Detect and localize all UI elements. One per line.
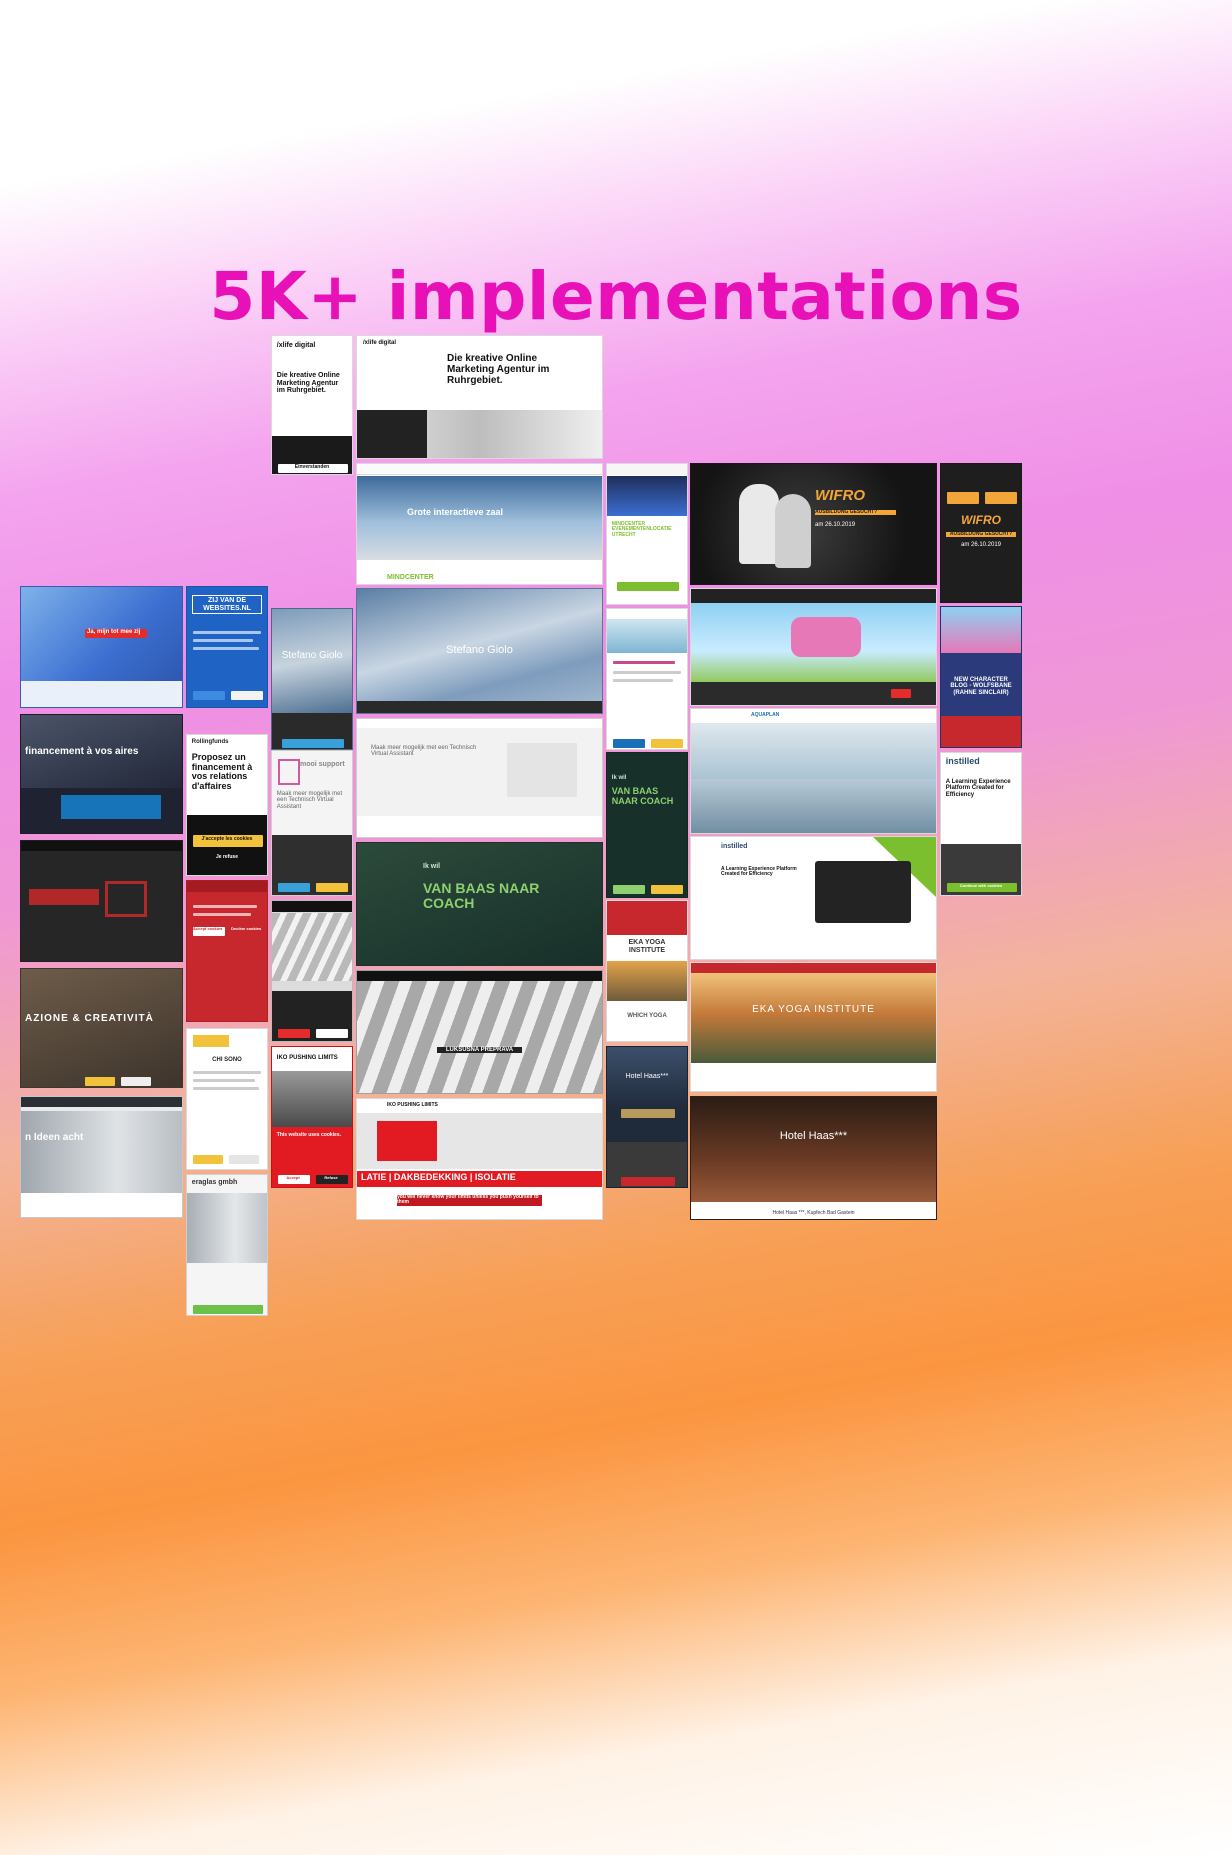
screenshot-tile-stefano-mobile: Stefano Giolo — [271, 608, 353, 750]
screenshot-tile-seagull: Ja, mijn tot mee zij — [20, 586, 183, 708]
iko-desktop-tagline: you will never know your limits unless y… — [397, 1194, 542, 1206]
xlife-mobile-button: Einverstanden — [294, 464, 330, 470]
hotel-haas-desktop-heading: Hotel Haas*** — [779, 1130, 848, 1142]
rolling-funds-accept: J'accepte les cookies — [201, 836, 253, 842]
screenshot-tile-eka-yoga-mobile: EKA YOGA INSTITUTE WHICH YOGA — [606, 900, 688, 1042]
screenshot-tile-aquaplan: AQUAPLAN — [690, 708, 937, 834]
screenshot-tile-mindcenter-mobile: MINDCENTER EVENEMENTENLOCATIE UTRECHT — [606, 463, 688, 605]
wifro-subtitle: AUSBILDUNG GESUCHT? — [815, 509, 896, 516]
iko-mobile-notice: This website uses cookies. — [276, 1132, 341, 1138]
eraglas-logo: eraglas gmbh — [191, 1179, 238, 1186]
screenshot-tile-ik-wil-desktop: Ik wil VAN BAAS NAAR COACH — [356, 842, 603, 966]
screenshot-tile-instilled-mobile: instilled A Learning Experience Platform… — [940, 752, 1022, 896]
screenshot-tile-websites-nl: ZIJ VAN DE WEBSITES.NL — [186, 586, 268, 708]
instilled-mobile-heading: A Learning Experience Platform Created f… — [945, 779, 1011, 798]
stefano-desktop-name: Stefano Giolo — [446, 644, 513, 656]
websites-nl-logo: ZIJ VAN DE WEBSITES.NL — [191, 595, 263, 615]
luksusna-heading: LUKSUSNA PREPRAVA — [437, 1047, 522, 1054]
wifro-date: am 26.10.2019 — [815, 522, 856, 528]
screenshot-tile-wifro: WIFRO AUSBILDUNG GESUCHT? am 26.10.2019 — [690, 463, 937, 585]
creativita-heading: AZIONE & CREATIVITÀ — [25, 1013, 154, 1024]
screenshot-tile-eraglas: eraglas gmbh — [186, 1174, 268, 1316]
iko-mobile-accept: Accept — [286, 1175, 300, 1180]
eka-yoga-mobile-heading: EKA YOGA INSTITUTE — [628, 939, 666, 954]
financement-heading: financement à vos aires — [25, 746, 139, 757]
screenshot-tile-rolling-funds: Rollingfunds Proposez un financement à v… — [186, 734, 268, 876]
wifro-mobile-date: am 26.10.2019 — [960, 542, 1002, 548]
eka-yoga-mobile-tagline: WHICH YOGA — [627, 1013, 667, 1019]
rolling-funds-refuse: Je refuse — [216, 854, 238, 860]
screenshot-tile-eka-yoga-desktop: EKA YOGA INSTITUTE — [690, 962, 937, 1092]
iko-mobile-brand: IKO PUSHING LIMITS — [276, 1055, 338, 1061]
eka-yoga-desktop-heading: EKA YOGA INSTITUTE — [752, 1004, 875, 1015]
xlife-desktop-logo: /xlife digital — [363, 340, 397, 346]
iko-desktop-brand: IKO PUSHING LIMITS — [387, 1102, 438, 1108]
mindcenter-footer: MINDCENTER — [387, 574, 434, 581]
screenshot-tile-creativita: AZIONE & CREATIVITÀ — [20, 968, 183, 1088]
screenshot-tile-xlife-desktop: /xlife digital Die kreative Online Marke… — [356, 335, 603, 459]
screenshot-tile-iko-mobile: IKO PUSHING LIMITS This website uses coo… — [271, 1046, 353, 1188]
ik-wil-mobile-prefix: Ik wil — [611, 775, 627, 781]
mooi-mobile-logo: mooi support — [300, 761, 345, 768]
screenshot-tile-iko-desktop: IKO PUSHING LIMITS LATIE | DAKBEDEKKING … — [356, 1098, 603, 1220]
screenshot-tile-dark-site — [20, 840, 183, 962]
ideen-heading: n Ideen acht — [25, 1132, 84, 1143]
ik-wil-desktop-prefix: Ik wil — [423, 863, 441, 870]
instilled-mobile-logo: instilled — [945, 756, 980, 766]
wifro-mobile-subtitle: AUSBILDUNG GESUCHT? — [945, 531, 1017, 538]
instilled-mobile-button: Continue with cookies — [959, 883, 1003, 888]
cookie-red-accept: Accept cookies — [193, 926, 223, 931]
screenshot-tile-mooi-mobile: mooi support Maak meer mogelijk met een … — [271, 750, 353, 896]
game-site-heading: NEW CHARACTER BLOG - WOLFSBANE (RAHNE SI… — [950, 677, 1012, 696]
screenshot-tile-game-site — [690, 588, 937, 706]
wifro-brand: WIFRO — [815, 487, 865, 504]
rolling-funds-logo: Rollingfunds — [191, 739, 229, 745]
instilled-desktop-heading: A Learning Experience Platform Created f… — [721, 866, 797, 878]
headline: 5K+ implementations — [209, 258, 1023, 335]
screenshot-tile-luksusna-desktop: LUKSUSNA PREPRAVA — [356, 970, 603, 1094]
screenshot-tile-hotel-haas-desktop: Hotel Haas*** Hotel Haas ***, Kupfech Ba… — [690, 1096, 937, 1220]
mindcenter-mobile-heading: MINDCENTER EVENEMENTENLOCATIE UTRECHT — [611, 521, 672, 538]
cookie-red-decline: Decline cookies — [231, 926, 262, 931]
screenshot-tile-xlife-mobile: /xlife digital Die kreative Online Marke… — [271, 335, 353, 475]
xlife-mobile-logo: /xlife digital — [276, 342, 316, 349]
hotel-haas-desktop-caption: Hotel Haas ***, Kupfech Bad Gastein — [772, 1209, 855, 1216]
stefano-mobile-name: Stefano Giolo — [281, 650, 343, 661]
screenshot-tile-game-mobile: NEW CHARACTER BLOG - WOLFSBANE (RAHNE SI… — [940, 606, 1022, 748]
xlife-desktop-heading: Die kreative Online Marketing Agentur im… — [447, 353, 550, 386]
mindcenter-heading: Grote interactieve zaal — [407, 507, 504, 517]
futura-title: CHI SONO — [212, 1057, 242, 1063]
screenshot-tile-cookie-red: Accept cookies Decline cookies — [186, 880, 268, 1022]
mooi-mobile-heading: Maak meer mogelijk met een Technisch Vir… — [276, 791, 343, 810]
hotel-haas-mobile-heading: Hotel Haas*** — [625, 1073, 669, 1080]
screenshot-tile-wifro-mobile: WIFRO AUSBILDUNG GESUCHT? am 26.10.2019 — [940, 463, 1022, 603]
rolling-funds-heading: Proposez un financement à vos relations … — [191, 752, 253, 792]
iko-desktop-banner: LATIE | DAKBEDEKKING | ISOLATIE — [361, 1172, 516, 1182]
screenshot-tile-financement: financement à vos aires — [20, 714, 183, 834]
mooi-desktop-heading: Maak meer mogelijk met een Technisch Vir… — [371, 745, 477, 758]
ik-wil-desktop-heading: VAN BAAS NAAR COACH — [423, 880, 540, 912]
screenshot-tile-mooi-desktop: Maak meer mogelijk met een Technisch Vir… — [356, 718, 603, 838]
screenshot-tile-mindcenter: Grote interactieve zaal MINDCENTER — [356, 463, 603, 585]
screenshot-tile-aquaplan-mobile — [606, 608, 688, 750]
aquaplan-logo: AQUAPLAN — [751, 712, 780, 718]
screenshot-tile-ideen: n Ideen acht — [20, 1096, 183, 1218]
screenshot-tile-ik-wil-mobile: Ik wil VAN BAAS NAAR COACH — [606, 752, 688, 898]
screenshot-tile-hotel-haas-mobile: Hotel Haas*** — [606, 1046, 688, 1188]
wifro-mobile-brand: WIFRO — [961, 513, 1001, 527]
iko-mobile-refuse: Refuse — [324, 1175, 338, 1180]
xlife-mobile-heading: Die kreative Online Marketing Agentur im… — [276, 372, 340, 395]
screenshot-tile-instilled-desktop: instilled A Learning Experience Platform… — [690, 836, 937, 960]
screenshot-tile-luksusna-mobile — [271, 900, 353, 1042]
screenshot-tile-futura: CHI SONO — [186, 1028, 268, 1170]
screenshot-tile-stefano-desktop: Stefano Giolo — [356, 588, 603, 714]
ik-wil-mobile-heading: VAN BAAS NAAR COACH — [611, 786, 674, 806]
seagull-button-label: Ja, mijn tot mee zij — [87, 629, 141, 635]
